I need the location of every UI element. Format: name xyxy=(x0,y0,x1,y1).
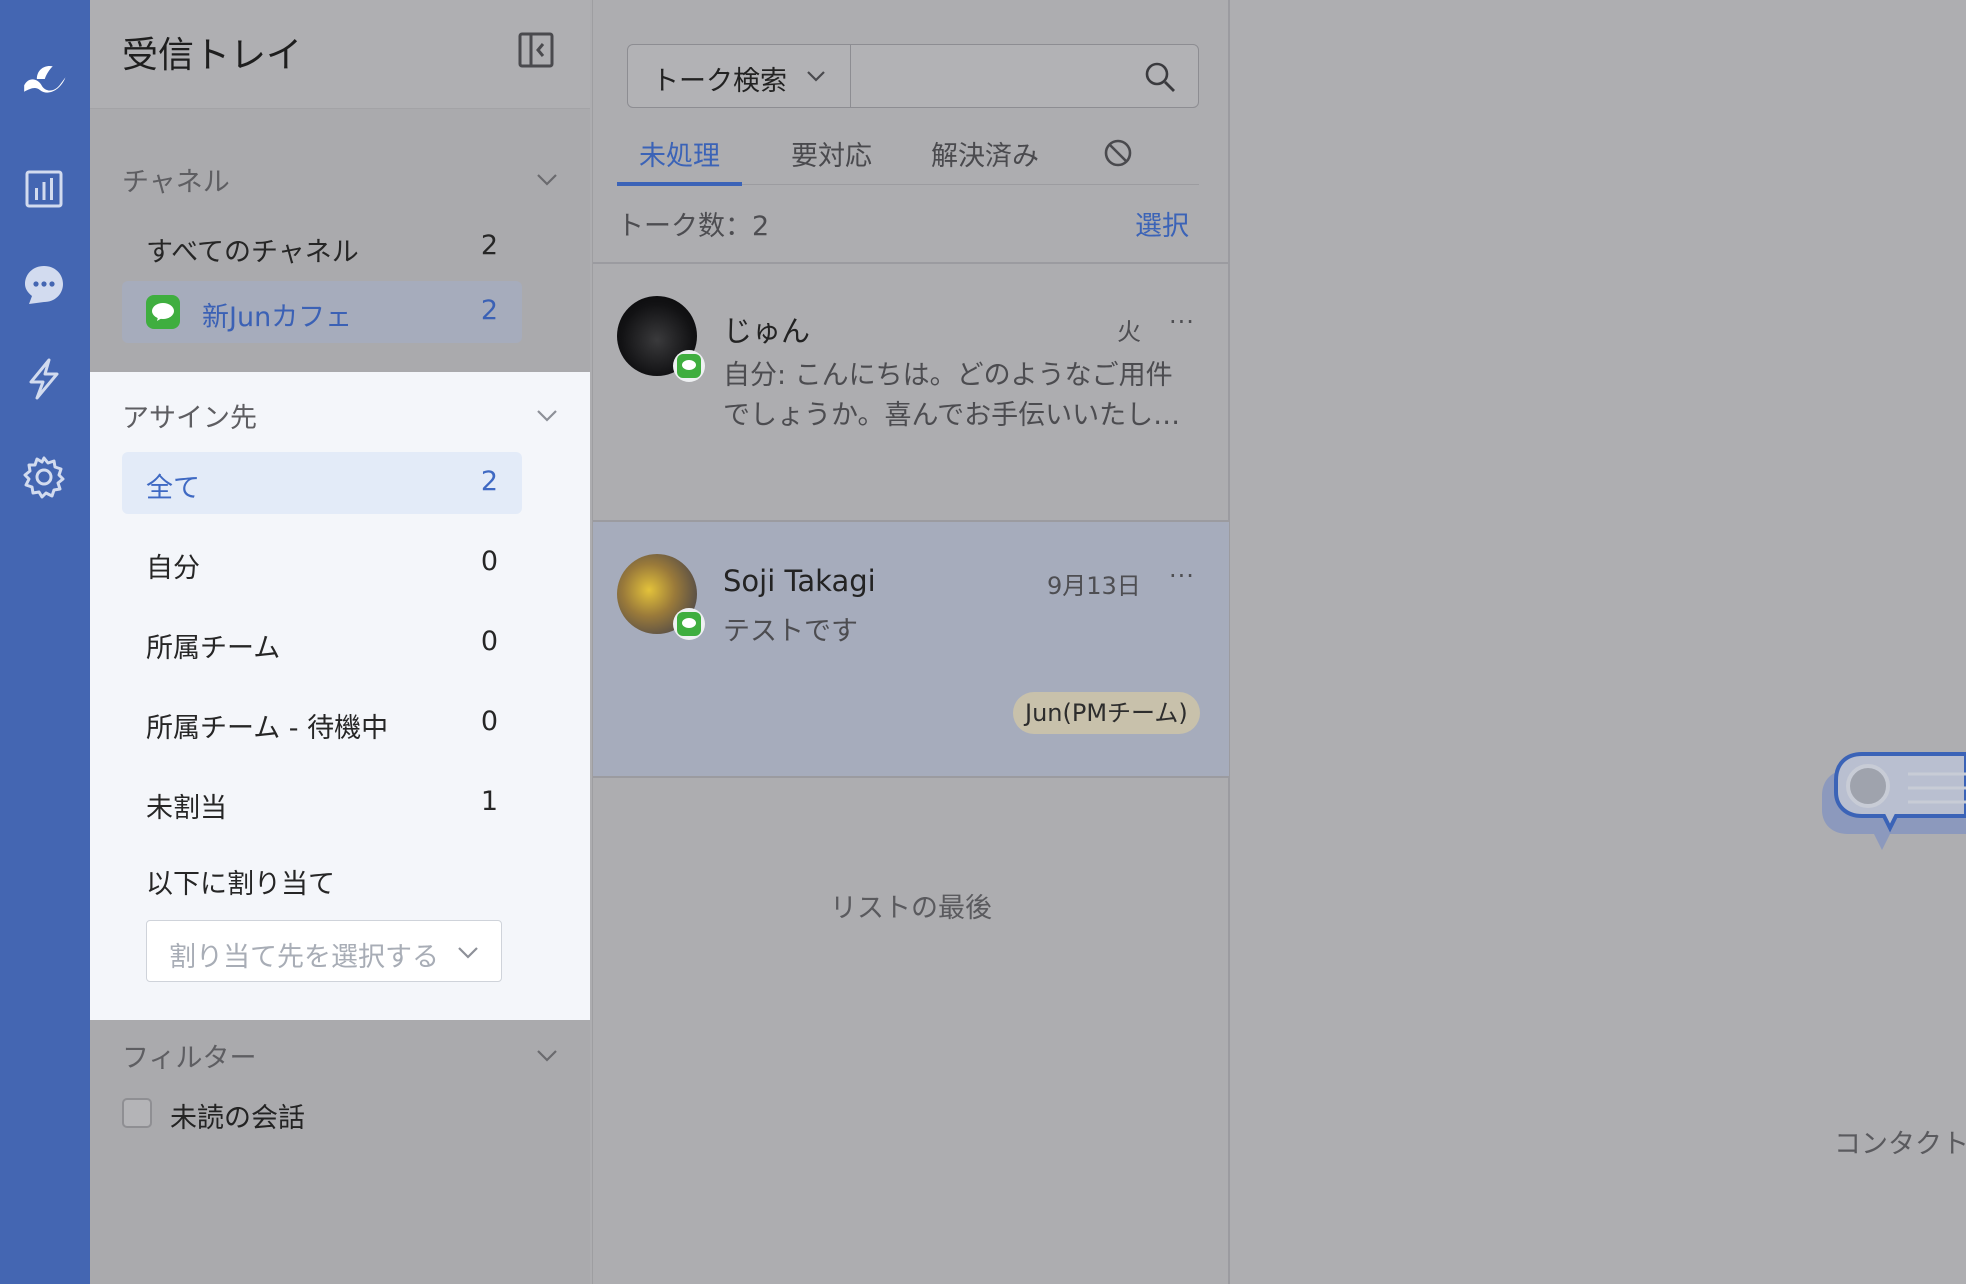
search-type-label: トーク検索 xyxy=(652,66,787,97)
contact-name: Soji Takagi xyxy=(723,564,876,598)
search-type-dropdown[interactable]: トーク検索 xyxy=(628,45,851,107)
automation-icon[interactable] xyxy=(21,356,67,402)
line-icon xyxy=(673,608,705,640)
search-bar: トーク検索 xyxy=(627,44,1199,108)
talk-count: トーク数：2 xyxy=(617,211,770,242)
conversation-item-selected[interactable]: Soji Takagi 9月13日 ··· テストです Jun(PMチーム) xyxy=(593,522,1229,776)
assignee-item-count: 0 xyxy=(480,626,498,657)
assignee-item-all[interactable]: 全て 2 xyxy=(122,452,522,514)
tab-unprocessed[interactable]: 未処理 xyxy=(617,134,742,186)
assignee-item-unassigned[interactable]: 未割当 1 xyxy=(122,772,522,834)
channel-item-all[interactable]: すべてのチャネル 2 xyxy=(122,216,522,278)
contact-name: じゅん xyxy=(723,314,811,348)
tab-resolved[interactable]: 解決済み xyxy=(931,134,1039,182)
search-input[interactable] xyxy=(852,45,1142,107)
assignee-section-label: アサイン先 xyxy=(122,403,257,434)
select-button[interactable]: 選択 xyxy=(1135,204,1189,243)
message-preview: 自分: こんにちは。どのようなご用件 xyxy=(723,360,1173,391)
message-preview: でしょうか。喜んでお手伝いいたし… xyxy=(723,400,1181,431)
assignee-item-me[interactable]: 自分 0 xyxy=(122,532,522,594)
conversation-date: 9月13日 xyxy=(1047,572,1141,600)
assignee-item-label: 自分 xyxy=(146,553,200,584)
assignee-item-count: 2 xyxy=(480,466,498,497)
assignee-item-label: 全て xyxy=(146,473,200,504)
divider xyxy=(593,776,1229,778)
chevron-down-icon xyxy=(457,945,479,959)
channel-section-label: チャネル xyxy=(122,167,230,198)
contact-label: コンタクト xyxy=(1834,1129,1966,1160)
search-icon[interactable] xyxy=(1144,61,1176,93)
assignee-section: アサイン先 全て 2 自分 0 所属チーム 0 所属チーム - 待機中 0 未割… xyxy=(90,372,590,1020)
more-options-icon[interactable]: ··· xyxy=(1169,308,1195,336)
analytics-icon[interactable] xyxy=(21,166,67,212)
message-preview: テストです xyxy=(723,616,858,647)
assignee-select[interactable]: 割り当て先を選択する xyxy=(146,920,502,982)
assignee-item-count: 1 xyxy=(480,786,498,817)
assignee-item-my-team[interactable]: 所属チーム 0 xyxy=(122,612,522,674)
assignee-item-my-team-waiting[interactable]: 所属チーム - 待機中 0 xyxy=(122,692,522,754)
chevron-down-icon xyxy=(806,69,826,83)
app-rail xyxy=(0,0,90,1284)
conversation-date: 火 xyxy=(1117,318,1141,346)
assignee-item-label: 未割当 xyxy=(146,793,227,824)
line-icon xyxy=(146,295,180,329)
tab-needs-action[interactable]: 要対応 xyxy=(791,134,872,182)
channel-item-count: 2 xyxy=(480,295,498,326)
settings-icon[interactable] xyxy=(21,454,67,500)
chevron-down-icon[interactable] xyxy=(536,1048,558,1062)
assignee-item-label: 所属チーム xyxy=(146,633,281,664)
blocked-icon[interactable] xyxy=(1103,138,1133,186)
collapse-sidebar-icon[interactable] xyxy=(518,32,554,68)
channel-item-jun-cafe[interactable]: 新Junカフェ 2 xyxy=(122,281,522,343)
inbox-header: 受信トレイ xyxy=(90,0,590,109)
assignee-item-label: 所属チーム - 待機中 xyxy=(146,713,389,744)
channel-item-label: 新Junカフェ xyxy=(202,302,353,333)
chat-icon[interactable] xyxy=(21,262,67,308)
channel-item-count: 2 xyxy=(480,230,498,261)
unread-checkbox[interactable] xyxy=(122,1098,152,1128)
assignee-tag: Jun(PMチーム) xyxy=(1013,692,1200,734)
assignee-item-count: 0 xyxy=(480,546,498,577)
filter-section-label: フィルター xyxy=(122,1043,257,1074)
inbox-title: 受信トレイ xyxy=(122,35,303,76)
assign-to-label: 以下に割り当て xyxy=(146,869,335,900)
chevron-down-icon[interactable] xyxy=(536,172,558,186)
chevron-down-icon[interactable] xyxy=(536,408,558,422)
conversation-list-panel: トーク検索 未処理 要対応 解決済み トーク数：2 選択 じゅん 火 ··· 自… xyxy=(592,0,1230,1284)
detail-pane: コンタクト xyxy=(1230,0,1966,1284)
more-options-icon[interactable]: ··· xyxy=(1169,562,1195,590)
logo-icon[interactable] xyxy=(21,56,67,102)
assignee-item-count: 0 xyxy=(480,706,498,737)
assignee-select-placeholder: 割り当て先を選択する xyxy=(169,942,439,973)
line-icon xyxy=(673,350,705,382)
channel-item-label: すべてのチャネル xyxy=(146,237,359,268)
chat-illustration-icon xyxy=(1818,740,1966,880)
status-tabs: 未処理 要対応 解決済み xyxy=(617,134,1199,186)
list-end-text: リストの最後 xyxy=(830,893,992,924)
unread-label: 未読の会話 xyxy=(170,1103,305,1134)
conversation-item[interactable]: じゅん 火 ··· 自分: こんにちは。どのようなご用件 でしょうか。喜んでお手… xyxy=(593,264,1229,520)
